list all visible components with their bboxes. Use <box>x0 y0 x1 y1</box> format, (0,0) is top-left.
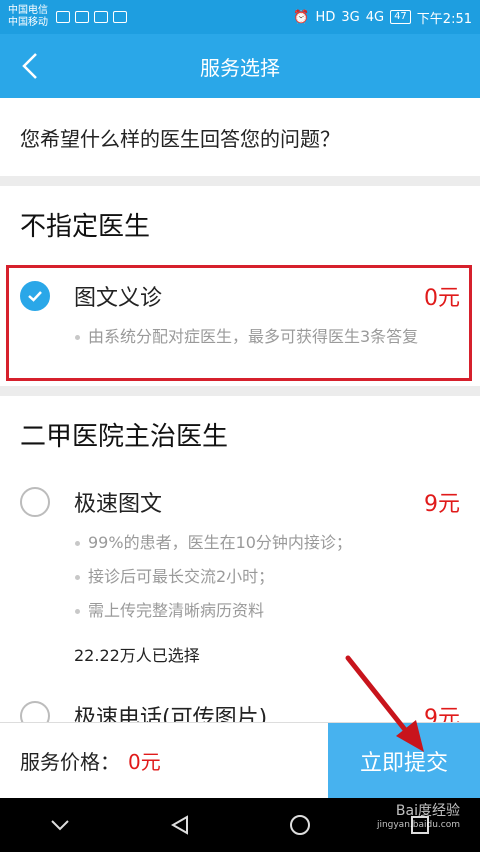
hd-label: HD <box>315 9 336 25</box>
option-name: 极速图文 <box>74 492 163 517</box>
notification-icon <box>75 11 89 23</box>
option-description: 99%的患者，医生在10分钟内接诊； <box>74 532 460 554</box>
option-description: 接诊后可最长交流2小时； <box>74 566 460 588</box>
section-title: 二甲医院主治医生 <box>20 421 229 452</box>
notification-icons <box>56 11 127 23</box>
checkmark-icon <box>28 291 42 302</box>
radio-checked[interactable] <box>20 281 50 311</box>
option-description-list: 99%的患者，医生在10分钟内接诊； 接诊后可最长交流2小时； 需上传完整清晰病… <box>74 532 460 622</box>
chevron-left-icon <box>22 53 37 79</box>
section-unspecified-doctor: 不指定医生 图文义诊 0元 由系统分配对症医生，最多可获得医生3条答复 <box>0 186 480 386</box>
carrier-2: 中国移动 <box>8 17 48 28</box>
service-price-value: 0元 <box>128 750 161 774</box>
status-right: ⏰ HD 3G 4G 47 下午2:51 <box>293 8 472 27</box>
option-graphic-consult-free[interactable]: 图文义诊 0元 由系统分配对症医生，最多可获得医生3条答复 <box>0 262 480 386</box>
option-description-list: 由系统分配对症医生，最多可获得医生3条答复 <box>74 326 460 348</box>
watermark-text: Bai度经验 <box>395 803 460 819</box>
option-description: 由系统分配对症医生，最多可获得医生3条答复 <box>74 326 460 348</box>
notification-icon <box>94 11 108 23</box>
page-title: 服务选择 <box>200 55 280 80</box>
notification-icon <box>113 11 127 23</box>
action-bar: 服务价格： 0元 立即提交 <box>0 722 480 799</box>
carrier-1: 中国电信 <box>8 5 48 16</box>
signal-3g-label: 3G <box>341 9 360 25</box>
option-express-graphic[interactable]: 极速图文 9元 99%的患者，医生在10分钟内接诊； 接诊后可最长交流2小时； … <box>0 472 480 686</box>
option-express-phone[interactable]: 极速电话(可传图片) 9元 <box>0 686 480 722</box>
notification-icon <box>56 11 70 23</box>
option-price: 0元 <box>424 286 460 311</box>
option-price: 9元 <box>424 706 460 722</box>
watermark: Bai度经验 jingyan.baidu.com <box>377 800 460 830</box>
chosen-count: 22.22万人已选择 <box>74 646 200 665</box>
triangle-back-icon <box>170 815 188 835</box>
option-price: 9元 <box>424 492 460 517</box>
circle-home-icon <box>290 815 310 835</box>
status-time: 下午2:51 <box>416 11 472 27</box>
carrier-info: 中国电信 中国移动 <box>8 5 48 29</box>
service-options-list[interactable]: 您希望什么样的医生回答您的问题？ 不指定医生 图文义诊 0元 由系统分配对症医生… <box>0 98 480 722</box>
nav-back-button[interactable] <box>156 805 204 845</box>
service-price-label: 服务价格： <box>20 750 120 774</box>
option-description: 需上传完整清晰病历资料 <box>74 600 460 622</box>
radio-unchecked[interactable] <box>20 487 50 517</box>
back-button[interactable] <box>14 48 50 84</box>
section-title: 不指定医生 <box>20 211 151 242</box>
radio-unchecked[interactable] <box>20 701 50 722</box>
status-bar: 中国电信 中国移动 ⏰ HD 3G 4G 47 下午2:51 <box>0 0 480 34</box>
alarm-icon: ⏰ <box>293 9 310 25</box>
watermark-url: jingyan.baidu.com <box>376 820 460 830</box>
option-name: 极速电话(可传图片) <box>74 706 268 722</box>
nav-home-button[interactable] <box>276 805 324 845</box>
submit-button[interactable]: 立即提交 <box>328 722 480 799</box>
option-name: 图文义诊 <box>74 286 163 311</box>
section-attending-doctor: 二甲医院主治医生 极速图文 9元 99%的患者，医生在10分钟内接诊； 接诊后可… <box>0 396 480 722</box>
chevron-down-icon <box>51 820 69 831</box>
title-bar: 服务选择 <box>0 34 480 98</box>
signal-4g-label: 4G <box>365 9 385 25</box>
battery-icon: 47 <box>390 10 411 24</box>
nav-collapse-button[interactable] <box>36 805 84 845</box>
question-prompt: 您希望什么样的医生回答您的问题？ <box>0 98 480 176</box>
